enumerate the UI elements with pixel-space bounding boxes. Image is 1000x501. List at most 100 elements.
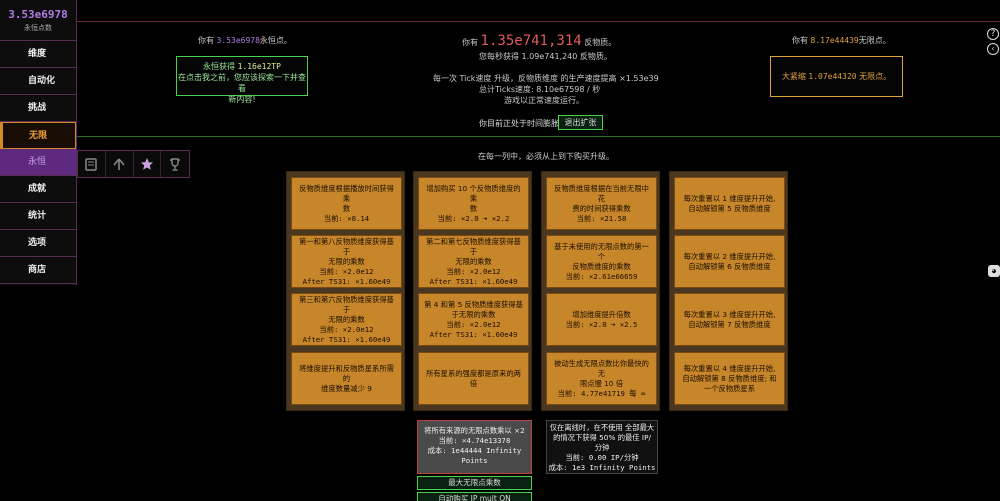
infinity-upgrade[interactable]: 第一和第八反物质维度获得基于 无限的乘数 当前: ×2.0e12 After TS31… bbox=[291, 235, 402, 288]
sidebar-item-shop[interactable]: 商店 bbox=[0, 257, 76, 284]
upgrade-description: 第 4 和第 5 反物质维度获得基 bbox=[424, 299, 523, 309]
upgrade-description: 维度数量减少 9 bbox=[321, 383, 372, 393]
upgrade-description: 一个反物质星系 bbox=[703, 383, 756, 393]
upgrade-description: 自动解锁第 7 反物质维度 bbox=[688, 319, 771, 329]
upgrade-description: 每次重置以 2 维度提升开始, bbox=[683, 251, 776, 261]
max-ip-multiplier-button[interactable]: 最大无限点乘数 bbox=[417, 476, 532, 490]
upgrade-description: 自动解锁第 5 反物质维度 bbox=[688, 203, 771, 213]
upgrade-current-value: 当前: ×2.0e12 bbox=[446, 266, 501, 276]
discord-icon[interactable]: ◕ bbox=[988, 265, 1000, 277]
infinity-upgrade[interactable]: 基于未使用的无限点数的第一个 反物质维度的乘数 当前: ×2.61e66659 bbox=[546, 235, 657, 288]
dilation-status: 你目前正处于时间膨胀 bbox=[479, 119, 559, 128]
trophy-icon[interactable] bbox=[161, 151, 189, 177]
infinity-upgrade[interactable]: 每次重置以 2 维度提升开始, 自动解锁第 6 反物质维度 bbox=[674, 235, 785, 288]
upgrade-extra-value: After TS31: ×1.60e49 bbox=[302, 334, 391, 344]
infinity-upgrade[interactable]: 增加维度提升倍数 当前: ×2.0 ➜ ×2.5 bbox=[546, 293, 657, 346]
top-bar bbox=[77, 0, 1000, 22]
antimatter-summary: 你有 1.35e741,314 反物质。 bbox=[462, 33, 617, 49]
upgrade-description: 增加购买 10 个反物质维度的乘 bbox=[426, 183, 521, 203]
upgrade-description: 无限的乘数 bbox=[328, 314, 365, 324]
antimatter-value: 1.35e741,314 bbox=[480, 33, 582, 49]
sidebar-item-achievements[interactable]: 成就 bbox=[0, 176, 76, 203]
big-crunch-button[interactable]: 大紧缩 1.07e44320 无限点。 bbox=[770, 56, 903, 97]
upgrade-description: 所有星系的强度都是原来的两倍 bbox=[426, 368, 521, 388]
exit-dilation-button[interactable]: 退出扩张 bbox=[558, 115, 603, 130]
infinity-upgrade[interactable]: 所有星系的强度都是原来的两倍 bbox=[418, 352, 529, 405]
upgrade-current-value: 当前: ×8.14 bbox=[323, 213, 370, 223]
infinity-upgrade[interactable]: 第 4 和第 5 反物质维度获得基 于无限的乘数 当前: ×2.0e12 After … bbox=[418, 293, 529, 346]
upgrade-description: 反物质维度根据播放时间获得乘 bbox=[299, 183, 394, 203]
infinity-upgrade[interactable]: 每次重置以 4 维度提升开始, 自动解锁第 8 反物质维度; 和一个反物质星系 bbox=[674, 352, 785, 405]
eternity-points-label: 永恒点数 bbox=[24, 24, 52, 32]
infinity-upgrade[interactable]: 每次重置以 3 维度提升开始, 自动解锁第 7 反物质维度 bbox=[674, 293, 785, 346]
upgrade-description: 被动生成无限点数比你最快的无 bbox=[554, 358, 649, 378]
sidebar-item-infinity[interactable]: 无限 bbox=[0, 122, 76, 149]
upgrade-current-value: 当前: ×2.0 ➜ ×2.5 bbox=[565, 319, 638, 329]
upgrade-column: 增加购买 10 个反物质维度的乘数当前: ×2.0 ➜ ×2.2 第二和第七反物质… bbox=[413, 171, 532, 411]
infinity-upgrade[interactable]: 第二和第七反物质维度获得基于 无限的乘数 当前: ×2.0e12 After TS31… bbox=[418, 235, 529, 288]
upgrade-description: 限点慢 10 倍 bbox=[579, 378, 624, 388]
upgrade-description: 反物质维度的乘数 bbox=[572, 261, 631, 271]
upgrade-description: 每次重置以 1 维度提升开始, bbox=[683, 193, 776, 203]
infinity-upgrade[interactable]: 第三和第六反物质维度获得基于 无限的乘数 当前: ×2.0e12 After TS31… bbox=[291, 293, 402, 346]
upgrade-current-value: 当前: ×2.0e12 bbox=[319, 324, 374, 334]
sidebar-item-automation[interactable]: 自动化 bbox=[0, 68, 76, 95]
upgrade-column: 反物质维度根据在当前无限中花 费的时间获得乘数 当前: ×21.58 基于未使用的无限… bbox=[541, 171, 660, 411]
ip-multiplier-upgrade[interactable]: 将所有来源的无限点数乘以 ×2 当前: ×4.74e13378 成本: 1e44… bbox=[417, 420, 532, 474]
arrow-up-icon[interactable] bbox=[106, 151, 134, 177]
infinity-upgrade[interactable]: 反物质维度根据在当前无限中花 费的时间获得乘数 当前: ×21.58 bbox=[546, 177, 657, 230]
upgrade-description: 增加维度提升倍数 bbox=[572, 309, 631, 319]
infinity-upgrade[interactable]: 每次重置以 1 维度提升开始, 自动解锁第 5 反物质维度 bbox=[674, 177, 785, 230]
upgrade-description: 基于未使用的无限点数的第一个 bbox=[554, 241, 649, 261]
upgrade-description: 无限的乘数 bbox=[328, 256, 365, 266]
eternity-button[interactable]: 永恒获得 1.16e12TP 在点击我之前，您应该探索一下并查看 新内容! bbox=[176, 56, 308, 104]
upgrade-column: 每次重置以 1 维度提升开始, 自动解锁第 5 反物质维度 每次重置以 2 维度提升… bbox=[669, 171, 788, 411]
upgrade-description: 自动解锁第 6 反物质维度 bbox=[688, 261, 771, 271]
eternity-subtab-bar bbox=[77, 150, 190, 178]
eternity-points-summary: 你有 3.53e6978永恒点。 bbox=[198, 36, 292, 45]
upgrade-current-value: 当前: ×21.58 bbox=[576, 213, 627, 223]
antimatter-rate: 您每秒获得 1.09e741,240 反物质。 bbox=[479, 52, 612, 61]
star-icon[interactable] bbox=[134, 151, 162, 177]
infinity-upgrade[interactable]: 将维度提升和反物质星系所需的 维度数量减少 9 bbox=[291, 352, 402, 405]
upgrade-column: 反物质维度根据播放时间获得乘数当前: ×8.14 第一和第八反物质维度获得基于 无限… bbox=[286, 171, 405, 411]
tickspeed-upgrade-info: 每一次 Tick速度 升级，反物质维度 的生产速度提高 ×1.53e39 bbox=[433, 74, 659, 83]
eternity-points-display: 3.53e6978 永恒点数 bbox=[0, 0, 76, 41]
ip-value: 8.17e44439 bbox=[810, 36, 859, 45]
upgrade-description: 自动解锁第 8 反物质维度; 和 bbox=[682, 373, 777, 383]
sidebar-item-challenges[interactable]: 挑战 bbox=[0, 95, 76, 122]
upgrade-description: 于无限的乘数 bbox=[451, 309, 496, 319]
upgrade-description: 第三和第六反物质维度获得基于 bbox=[299, 294, 394, 314]
upgrade-description: 第二和第七反物质维度获得基于 bbox=[426, 236, 521, 256]
upgrade-extra-value: After TS31: ×1.60e49 bbox=[429, 276, 518, 286]
upgrade-description: 数 bbox=[469, 203, 478, 213]
upgrade-extra-value: After TS31: ×1.60e49 bbox=[429, 329, 518, 339]
upgrade-description: 费的时间获得乘数 bbox=[572, 203, 631, 213]
upgrade-description: 反物质维度根据在当前无限中花 bbox=[554, 183, 649, 203]
upgrade-description: 将维度提升和反物质星系所需的 bbox=[299, 363, 394, 383]
offline-ip-upgrade[interactable]: 仅在离线时，在不使用 全部最大 的情况下获得 50% 的最佳 IP/ 分钟 当前… bbox=[546, 420, 658, 474]
auto-ip-multiplier-toggle[interactable]: 自动购买 IP mult ON bbox=[417, 492, 532, 501]
infinity-upgrade[interactable]: 反物质维度根据播放时间获得乘数当前: ×8.14 bbox=[291, 177, 402, 230]
upgrade-description: 第一和第八反物质维度获得基于 bbox=[299, 236, 394, 256]
sidebar-item-dimensions[interactable]: 维度 bbox=[0, 41, 76, 68]
game-speed: 游戏以正常速度运行。 bbox=[504, 96, 584, 105]
book-icon[interactable] bbox=[78, 151, 106, 177]
eternity-points-value: 3.53e6978 bbox=[8, 8, 68, 21]
upgrade-description: 每次重置以 3 维度提升开始, bbox=[683, 309, 776, 319]
upgrade-extra-value: After TS31: ×1.60e49 bbox=[302, 276, 391, 286]
sidebar-item-statistics[interactable]: 统计 bbox=[0, 203, 76, 230]
upgrade-description: 无限的乘数 bbox=[455, 256, 492, 266]
infinity-points-summary: 你有 8.17e44439无限点。 bbox=[792, 36, 891, 45]
divider bbox=[77, 136, 1000, 137]
help-icon[interactable]: ? bbox=[987, 28, 999, 40]
infinity-upgrade[interactable]: 被动生成无限点数比你最快的无 限点慢 10 倍当前: 4.77e41719 每 ∞ bbox=[546, 352, 657, 405]
total-tickspeed: 总计Ticks速度: 8.10e67598 / 秒 bbox=[479, 85, 601, 94]
sidebar-item-eternity[interactable]: 永恒 bbox=[0, 149, 76, 176]
ep-value: 3.53e6978 bbox=[216, 36, 260, 45]
sidebar-item-options[interactable]: 选项 bbox=[0, 230, 76, 257]
upgrade-current-value: 当前: ×2.0e12 bbox=[446, 319, 501, 329]
collapse-icon[interactable]: ‹ bbox=[987, 43, 999, 55]
infinity-upgrade[interactable]: 增加购买 10 个反物质维度的乘数当前: ×2.0 ➜ ×2.2 bbox=[418, 177, 529, 230]
upgrade-current-value: 当前: ×2.0 ➜ ×2.2 bbox=[437, 213, 510, 223]
